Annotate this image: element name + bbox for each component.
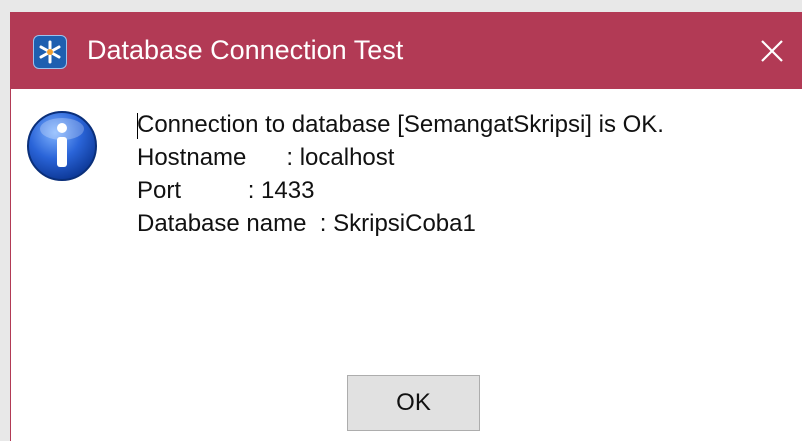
dialog-window: Database Connection Test Connection to d… bbox=[10, 12, 802, 441]
info-icon bbox=[25, 109, 99, 183]
window-title: Database Connection Test bbox=[87, 35, 404, 65]
title-bar[interactable]: Database Connection Test bbox=[11, 12, 802, 89]
close-icon bbox=[761, 39, 783, 62]
message-text: Connection to database [SemangatSkripsi]… bbox=[137, 108, 664, 240]
app-icon bbox=[33, 35, 67, 69]
message-line: Port : 1433 bbox=[137, 177, 315, 204]
message-line: Hostname : localhost bbox=[137, 144, 395, 171]
message-line: Connection to database [SemangatSkripsi]… bbox=[137, 111, 664, 138]
message-line: Database name : SkripsiCoba1 bbox=[137, 210, 476, 237]
close-button[interactable] bbox=[742, 12, 802, 89]
ok-button[interactable]: OK bbox=[347, 375, 480, 431]
